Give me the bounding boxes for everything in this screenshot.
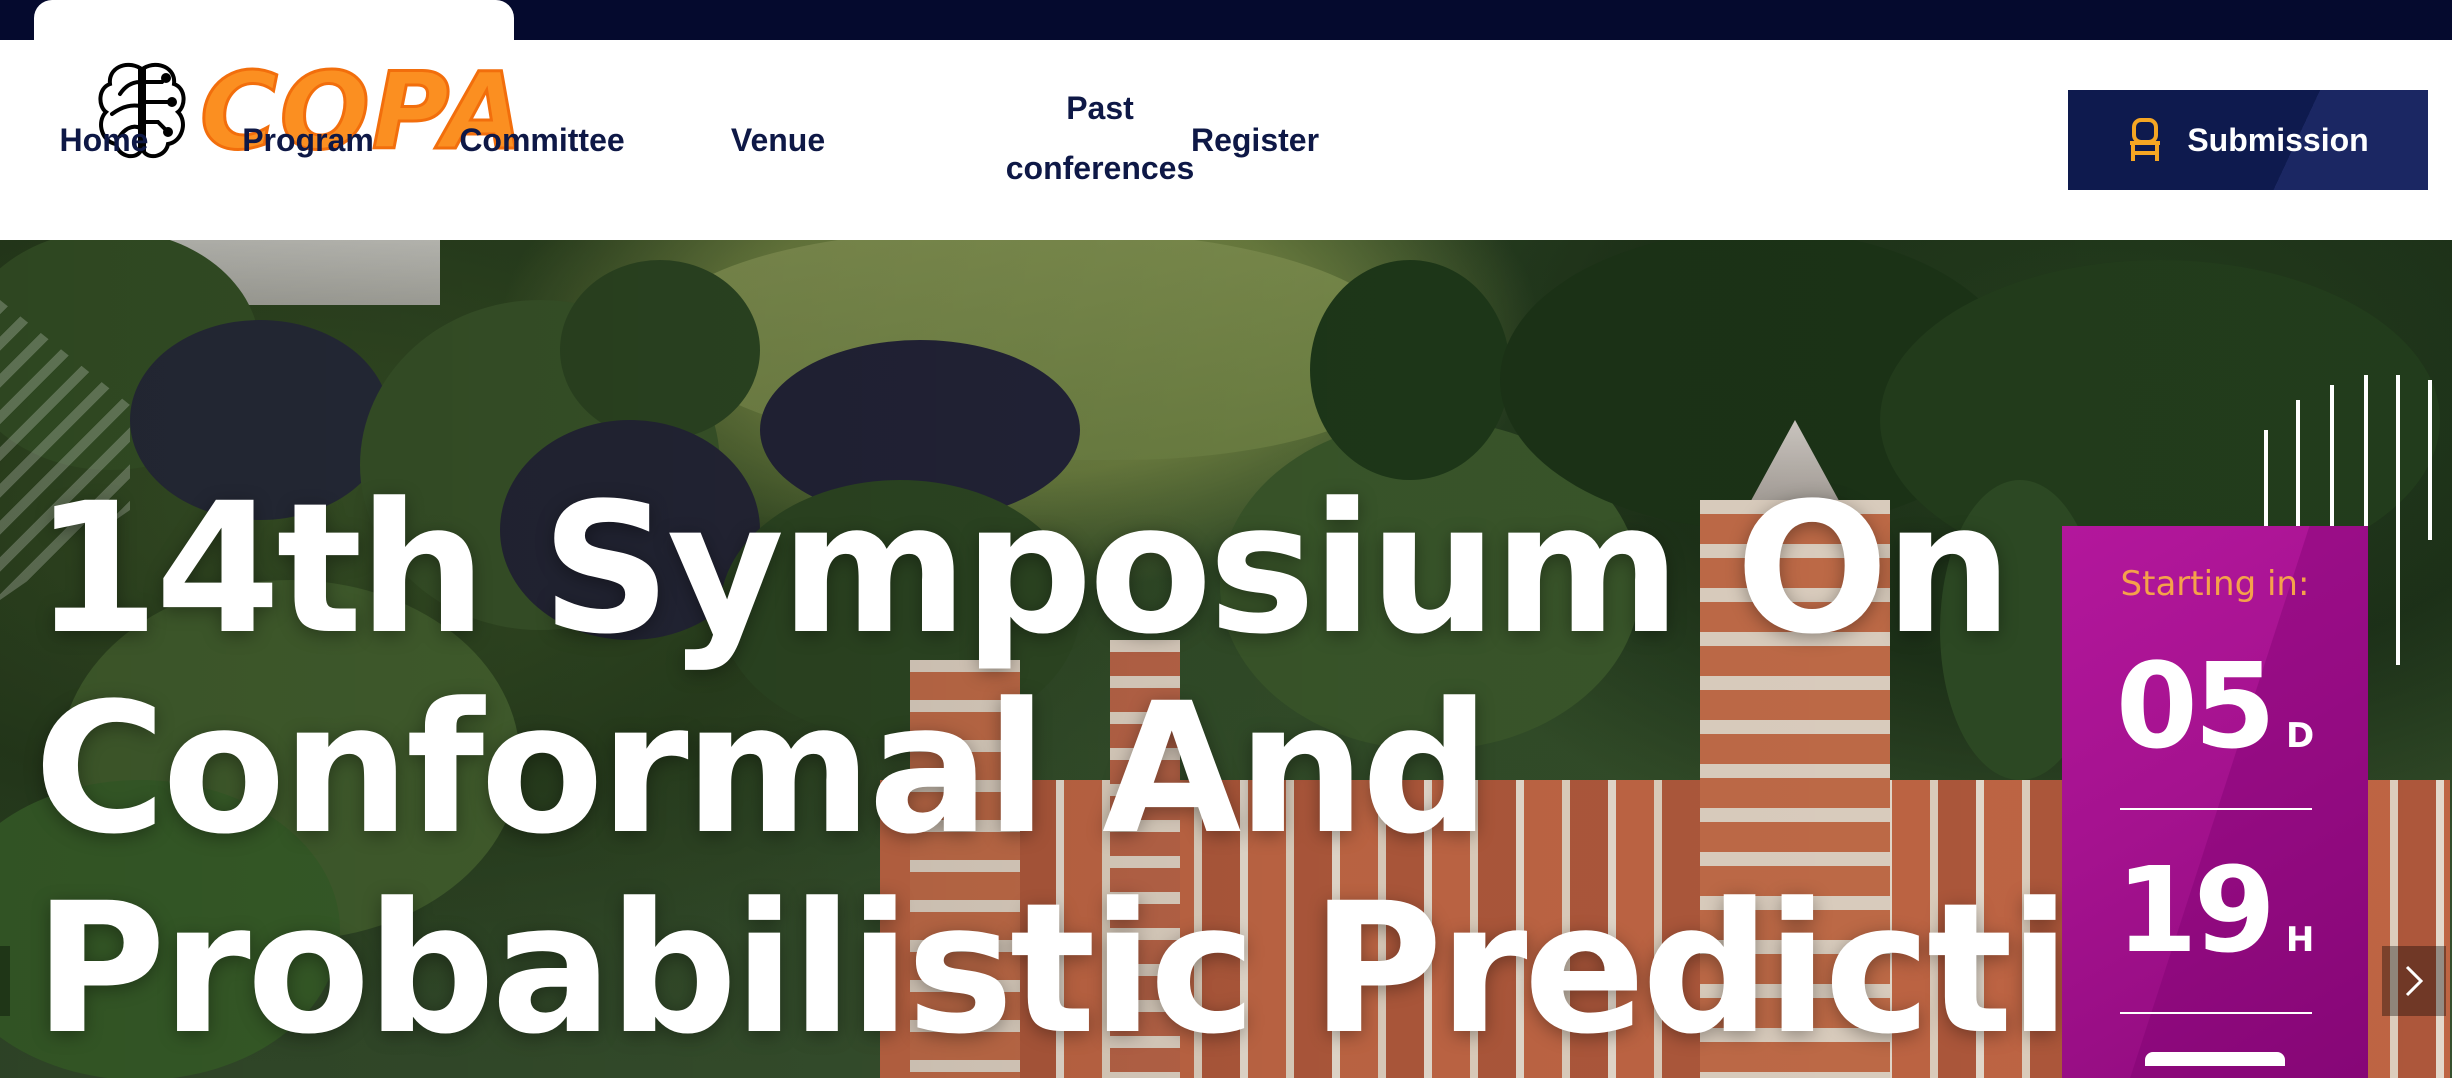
chevron-right-icon <box>2405 965 2424 997</box>
countdown-hours: 19 H <box>2062 850 2368 970</box>
decorative-line <box>2396 375 2400 665</box>
chair-icon <box>2130 118 2161 161</box>
hero-title-line: Probabilistic Prediction <box>34 865 2314 1074</box>
countdown-divider <box>2120 1012 2312 1014</box>
decorative-line <box>2364 375 2368 530</box>
nav-venue[interactable]: Venue <box>718 110 838 170</box>
countdown-days-value: 05 <box>2115 637 2276 775</box>
decorative-line <box>2264 430 2268 530</box>
hero-title: 14th Symposium On Conformal And Probabil… <box>34 465 2314 1074</box>
slider-prev-button[interactable] <box>0 946 10 1016</box>
nav-program[interactable]: Program <box>238 110 378 170</box>
countdown-minutes-partial <box>2145 1052 2285 1066</box>
decorative-line <box>2428 380 2432 540</box>
countdown-minutes <box>2062 1052 2368 1066</box>
hero-title-line: Conformal And <box>34 665 1490 874</box>
countdown-label: Starting in: <box>2120 564 2310 604</box>
countdown-days-unit: D <box>2285 716 2315 756</box>
countdown-panel: Starting in: 05 D 19 H <box>2062 526 2368 1078</box>
decorative-line <box>2330 385 2334 530</box>
decorative-line <box>2296 400 2300 530</box>
submission-label: Submission <box>2187 121 2369 158</box>
countdown-divider <box>2120 808 2312 810</box>
nav-home[interactable]: Home <box>54 110 154 170</box>
countdown-days: 05 D <box>2062 646 2368 766</box>
slider-next-button[interactable] <box>2382 946 2446 1016</box>
countdown-hours-value: 19 <box>2115 841 2276 979</box>
countdown-hours-unit: H <box>2285 920 2315 960</box>
nav-register[interactable]: Register <box>1180 110 1330 170</box>
nav-committee[interactable]: Committee <box>452 110 632 170</box>
hero-title-line: 14th Symposium On <box>34 465 2013 674</box>
submission-button[interactable]: Submission <box>2068 90 2428 190</box>
